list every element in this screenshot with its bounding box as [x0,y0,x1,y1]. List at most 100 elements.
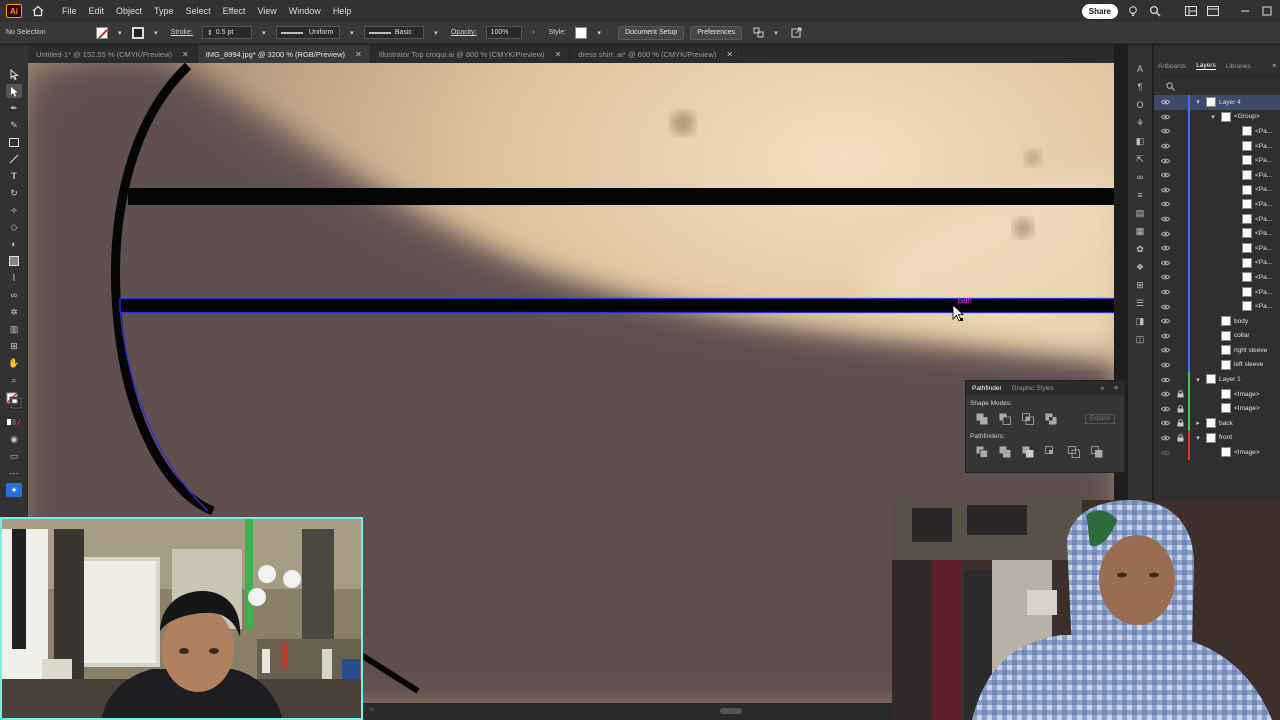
graph-tool-icon[interactable]: ▥ [6,322,22,336]
visibility-eye-icon[interactable] [1161,112,1170,121]
rectangle-tool-icon[interactable] [6,135,22,149]
stepper-icon[interactable]: ⇕ [207,29,213,37]
layer-row[interactable]: <Pa... [1154,211,1280,227]
lock-icon[interactable] [1176,419,1184,428]
lock-icon[interactable] [1176,404,1184,413]
layer-row[interactable]: <Pa... [1154,226,1280,241]
divide-icon[interactable] [975,445,988,458]
line-tool-icon[interactable] [6,152,22,166]
chevron-down-icon[interactable]: ▾ [1194,98,1202,106]
menu-edit[interactable]: Edit [83,6,111,16]
exclude-icon[interactable] [1044,412,1057,425]
visibility-eye-icon[interactable] [1161,244,1170,253]
menu-view[interactable]: View [251,6,282,16]
paragraph-panel-icon[interactable]: ¶ [1133,81,1147,93]
menu-window[interactable]: Window [283,6,327,16]
layer-row[interactable]: <Image> [1154,401,1280,417]
tab-artboards[interactable]: Artboards [1158,63,1186,70]
chevron-down-icon[interactable]: ▾ [149,26,163,40]
opacity-field[interactable]: 100% [485,26,522,39]
color-guide-icon[interactable]: ◧ [1133,135,1147,147]
outline-icon[interactable] [1067,445,1080,458]
magic-wand-tool-icon[interactable]: ✦ [6,483,22,497]
chevron-down-icon[interactable]: ▾ [345,26,359,40]
close-icon[interactable]: ✕ [182,50,189,59]
arrange-documents-icon[interactable] [1184,4,1198,18]
visibility-eye-icon[interactable] [1161,317,1170,326]
menu-effect[interactable]: Effect [217,6,252,16]
fill-swatch[interactable] [95,26,108,39]
export-asset-icon[interactable]: ⇱ [1133,153,1147,165]
visibility-eye-icon[interactable] [1161,171,1170,180]
intersect-icon[interactable] [1021,412,1034,425]
layer-row[interactable]: <Pa... [1154,124,1280,139]
lock-icon[interactable] [1176,433,1184,442]
visibility-eye-icon[interactable] [1161,375,1170,384]
visibility-eye-icon[interactable] [1161,156,1170,165]
curvature-tool-icon[interactable]: ✎ [6,118,22,132]
transform-panel-icon[interactable]: ⊞ [1133,279,1147,291]
visibility-eye-icon[interactable] [1161,360,1170,369]
chevron-down-icon[interactable]: ▾ [1209,113,1217,121]
panel-menu-icon[interactable]: ≡ [1272,63,1276,70]
scrollbar-thumb[interactable] [720,708,742,714]
layer-row[interactable]: <Pa... [1154,182,1280,198]
document-tab[interactable]: IMG_8994.jpg* @ 3200 % (RGB/Preview) ✕ [197,45,371,63]
layer-row[interactable]: <Pa... [1154,299,1280,314]
close-icon[interactable]: ✕ [555,50,562,59]
stroke-label[interactable]: Stroke: [165,29,199,36]
type-tool-icon[interactable]: T [6,169,22,183]
layer-row[interactable]: <Image> [1154,386,1280,402]
visibility-eye-icon[interactable] [1161,288,1170,297]
width-tool-icon[interactable]: ⟡ [6,203,22,217]
visibility-eye-icon[interactable] [1161,229,1170,238]
visibility-eye-icon[interactable] [1161,215,1170,224]
workspace-icon[interactable] [1206,4,1220,18]
brushes-panel-icon[interactable]: ✿ [1133,243,1147,255]
layer-row[interactable]: right sleeve [1154,343,1280,358]
document-tab[interactable]: Untitled-1* @ 152.55 % (CMYK/Preview) ✕ [28,45,198,63]
layer-row[interactable]: body [1154,313,1280,329]
layer-row[interactable]: <Pa... [1154,153,1280,168]
export-icon[interactable] [789,26,803,40]
artboard-tool-icon[interactable]: ⊞ [6,339,22,353]
preferences-button[interactable]: Preferences [690,25,742,40]
visibility-eye-icon[interactable] [1161,258,1170,267]
chevron-down-icon[interactable]: ▾ [113,26,127,40]
visibility-eye-icon[interactable] [1161,127,1170,136]
visibility-eye-icon[interactable] [1161,419,1170,428]
chevron-down-icon[interactable]: ▾ [1194,376,1202,384]
layer-row[interactable]: ▾ Layer 4 [1154,95,1280,110]
layer-row[interactable]: <Pa... [1154,197,1280,212]
merge-icon[interactable] [1021,445,1034,458]
graphic-style-swatch[interactable] [575,26,588,39]
tab-graphic-styles[interactable]: Graphic Styles [1012,385,1054,392]
opacity-label[interactable]: Opacity: [445,29,483,36]
chevron-down-icon[interactable]: ▾ [769,26,783,40]
transparency-panel-icon[interactable]: ◫ [1133,333,1147,345]
symbol-sprayer-tool-icon[interactable]: ✲ [6,305,22,319]
visibility-eye-icon[interactable] [1161,273,1170,282]
brush-definition[interactable]: Basic [363,26,424,39]
stroke-panel-icon[interactable]: ☰ [1133,297,1147,309]
unite-icon[interactable] [975,412,988,425]
chevron-down-icon[interactable]: ▾ [257,26,271,40]
blend-tool-icon[interactable]: ∞ [6,288,22,302]
trim-icon[interactable] [998,445,1011,458]
layer-row[interactable]: <Pa... [1154,270,1280,285]
direct-selection-tool-icon[interactable] [6,84,22,98]
color-mode-icon[interactable] [6,415,22,429]
opentype-panel-icon[interactable]: O [1133,99,1147,111]
chevron-down-icon[interactable]: ▾ [592,26,606,40]
share-button[interactable]: Share [1081,3,1118,19]
close-icon[interactable]: ✕ [726,50,733,59]
close-icon[interactable]: ✕ [355,50,362,59]
layer-row[interactable]: ▾ front [1154,430,1280,446]
crop-icon[interactable] [1044,445,1057,458]
minus-back-icon[interactable] [1090,445,1103,458]
document-tab[interactable]: dress shirt .ai* @ 600 % (CMYK/Preview) ✕ [570,45,743,63]
links-panel-icon[interactable]: ∞ [1133,171,1147,183]
layer-row[interactable]: <Pa... [1154,255,1280,271]
visibility-eye-icon[interactable] [1161,302,1170,311]
pathfinder-panel-icon[interactable]: ◨ [1133,315,1147,327]
